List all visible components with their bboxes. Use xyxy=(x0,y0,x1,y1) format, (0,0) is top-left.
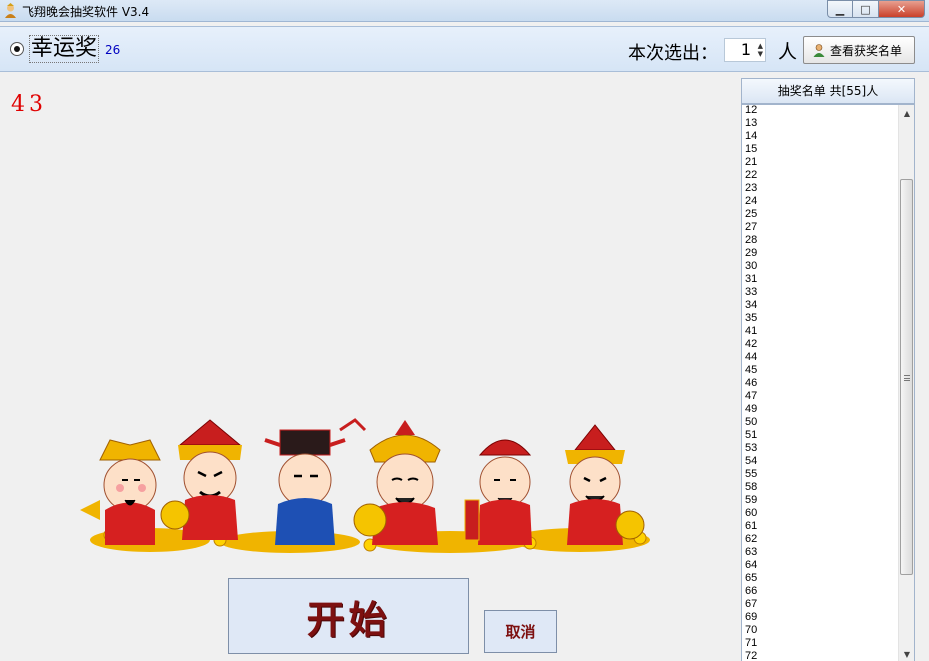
prize-toolbar: 幸运奖 26 本次选出： 1 ▲ ▼ 人 查看获奖名单 xyxy=(0,26,929,72)
cancel-button[interactable]: 取消 xyxy=(484,610,557,653)
list-item[interactable]: 30 xyxy=(745,260,895,273)
start-button[interactable]: 开始 xyxy=(228,578,469,654)
list-item[interactable]: 65 xyxy=(745,572,895,585)
spin-arrows-icon[interactable]: ▲ ▼ xyxy=(758,42,763,58)
minimize-button[interactable]: ▁ xyxy=(827,0,853,18)
list-item[interactable]: 41 xyxy=(745,325,895,338)
list-item[interactable]: 53 xyxy=(745,442,895,455)
list-item[interactable]: 46 xyxy=(745,377,895,390)
list-item[interactable]: 54 xyxy=(745,455,895,468)
window-title: 飞翔晚会抽奖软件 V3.4 xyxy=(22,5,150,19)
list-item[interactable]: 34 xyxy=(745,299,895,312)
grip-icon xyxy=(904,375,910,381)
list-item[interactable]: 45 xyxy=(745,364,895,377)
list-item[interactable]: 31 xyxy=(745,273,895,286)
list-item[interactable]: 69 xyxy=(745,611,895,624)
list-item[interactable]: 66 xyxy=(745,585,895,598)
participant-list-items: 12 13 14 15 21 22 23 24 25 27 28 29 30 31 33 34 35 41 42 44… xyxy=(745,105,895,661)
app-icon xyxy=(5,3,16,18)
pick-count-stepper[interactable]: 1 ▲ ▼ xyxy=(724,38,766,62)
window-controls: ▁ □ ✕ xyxy=(827,0,925,18)
list-item[interactable]: 58 xyxy=(745,481,895,494)
maximize-button[interactable]: □ xyxy=(853,0,879,18)
list-item[interactable]: 63 xyxy=(745,546,895,559)
list-item[interactable]: 64 xyxy=(745,559,895,572)
list-item[interactable]: 62 xyxy=(745,533,895,546)
list-item[interactable]: 23 xyxy=(745,182,895,195)
scroll-down-icon[interactable]: ▼ xyxy=(899,646,914,661)
list-item[interactable]: 61 xyxy=(745,520,895,533)
person-unit-label: 人 xyxy=(778,41,798,63)
list-item[interactable]: 67 xyxy=(745,598,895,611)
scroll-thumb[interactable] xyxy=(900,179,913,575)
wealth-gods-illustration xyxy=(80,418,650,553)
list-item[interactable]: 47 xyxy=(745,390,895,403)
list-item[interactable]: 27 xyxy=(745,221,895,234)
list-item[interactable]: 72 xyxy=(745,650,895,661)
prize-count: 26 xyxy=(105,43,121,57)
draw-counter: 43 xyxy=(11,92,47,117)
wealth-god-figure xyxy=(464,439,532,545)
participant-list[interactable]: 12 13 14 15 21 22 23 24 25 27 28 29 30 31 33 34 35 41 42 44… xyxy=(741,104,915,661)
list-item[interactable]: 13 xyxy=(745,117,895,130)
wealth-god-figure xyxy=(160,419,242,540)
prize-name[interactable]: 幸运奖 xyxy=(29,35,100,63)
list-item[interactable]: 33 xyxy=(745,286,895,299)
wealth-god-figure xyxy=(353,420,441,545)
list-item[interactable]: 44 xyxy=(745,351,895,364)
view-winners-button[interactable]: 查看获奖名单 xyxy=(803,36,915,64)
pick-count-label: 本次选出： xyxy=(628,43,718,64)
wealth-god-figure xyxy=(80,439,161,545)
wealth-god-figure xyxy=(565,424,645,545)
list-item[interactable]: 15 xyxy=(745,143,895,156)
list-item[interactable]: 35 xyxy=(745,312,895,325)
list-item[interactable]: 12 xyxy=(745,105,895,117)
view-winners-label: 查看获奖名单 xyxy=(830,43,903,58)
list-item[interactable]: 70 xyxy=(745,624,895,637)
close-button[interactable]: ✕ xyxy=(879,0,925,18)
list-item[interactable]: 22 xyxy=(745,169,895,182)
user-icon xyxy=(813,44,825,57)
wealth-god-figure xyxy=(264,418,367,545)
list-item[interactable]: 59 xyxy=(745,494,895,507)
list-item[interactable]: 50 xyxy=(745,416,895,429)
list-item[interactable]: 24 xyxy=(745,195,895,208)
participant-list-header[interactable]: 抽奖名单 共[55]人 xyxy=(741,78,915,104)
list-item[interactable]: 71 xyxy=(745,637,895,650)
list-item[interactable]: 55 xyxy=(745,468,895,481)
scroll-up-icon[interactable]: ▲ xyxy=(899,105,914,121)
list-item[interactable]: 49 xyxy=(745,403,895,416)
list-item[interactable]: 21 xyxy=(745,156,895,169)
title-bar: 飞翔晚会抽奖软件 V3.4 ▁ □ ✕ xyxy=(0,0,929,22)
list-item[interactable]: 60 xyxy=(745,507,895,520)
list-scrollbar[interactable]: ▲ ▼ xyxy=(898,105,914,661)
list-item[interactable]: 28 xyxy=(745,234,895,247)
list-item[interactable]: 14 xyxy=(745,130,895,143)
list-item[interactable]: 29 xyxy=(745,247,895,260)
pick-count-value: 1 xyxy=(740,40,751,59)
start-button-label: 开始 xyxy=(306,596,391,642)
list-item[interactable]: 25 xyxy=(745,208,895,221)
prize-radio[interactable] xyxy=(10,42,24,56)
list-item[interactable]: 51 xyxy=(745,429,895,442)
cancel-button-label: 取消 xyxy=(505,623,536,641)
list-item[interactable]: 42 xyxy=(745,338,895,351)
